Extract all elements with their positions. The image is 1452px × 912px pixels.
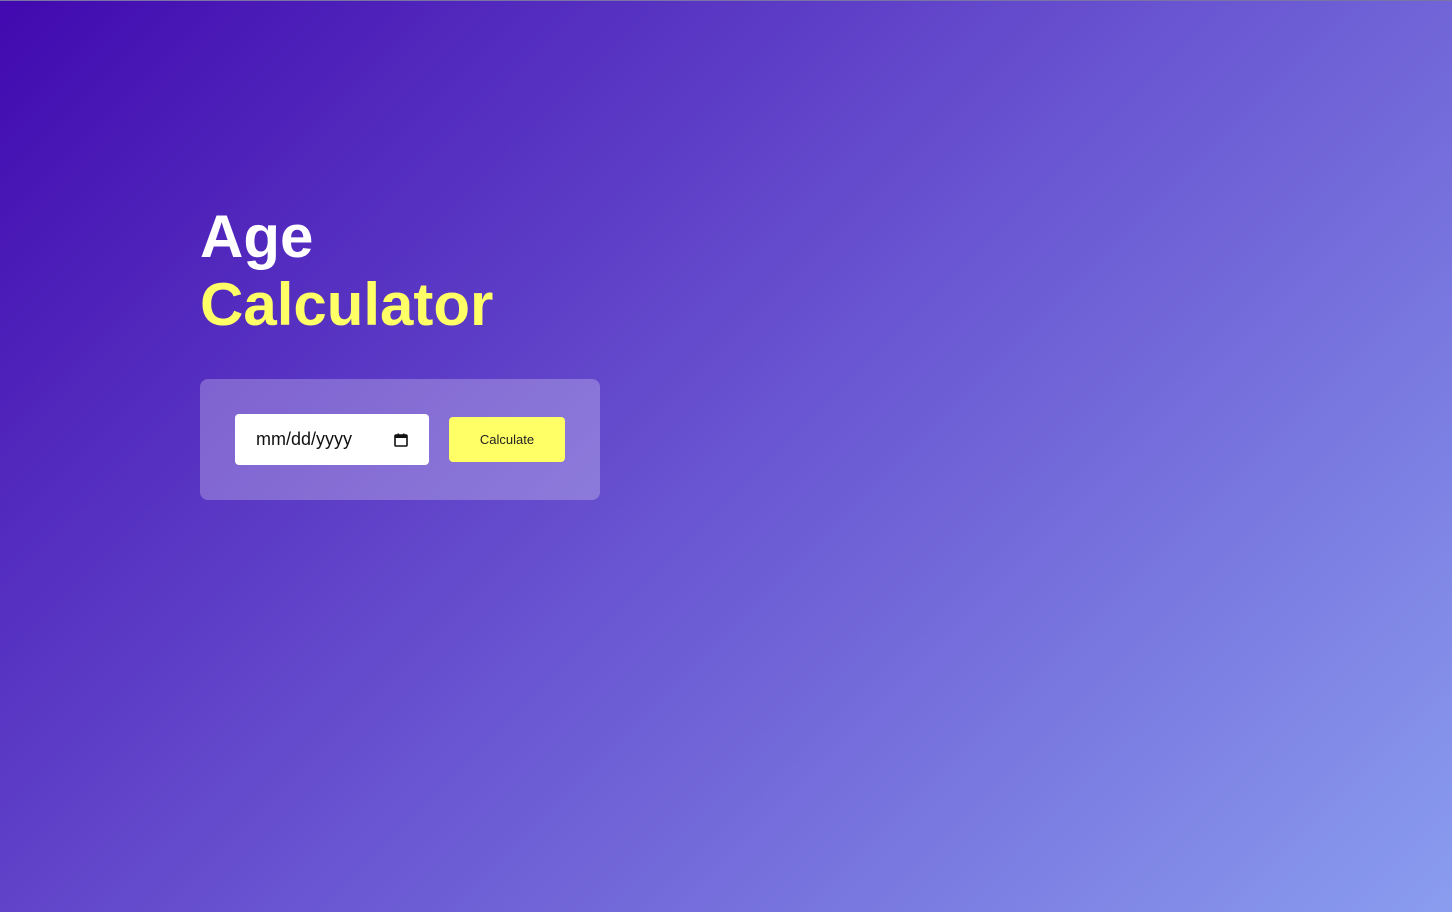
age-calculator-container: Age Calculator mm/dd/yyyy Calculate: [200, 203, 600, 500]
top-border: [0, 0, 1452, 1]
calculate-button[interactable]: Calculate: [449, 417, 565, 462]
date-placeholder: mm/dd/yyyy: [256, 429, 353, 449]
input-card: mm/dd/yyyy Calculate: [200, 379, 600, 500]
page-title: Age Calculator: [200, 203, 493, 339]
title-word-calculator: Calculator: [200, 271, 494, 338]
title-word-age: Age: [200, 203, 314, 270]
calendar-icon[interactable]: [393, 432, 409, 448]
birthdate-input[interactable]: mm/dd/yyyy: [235, 414, 429, 465]
